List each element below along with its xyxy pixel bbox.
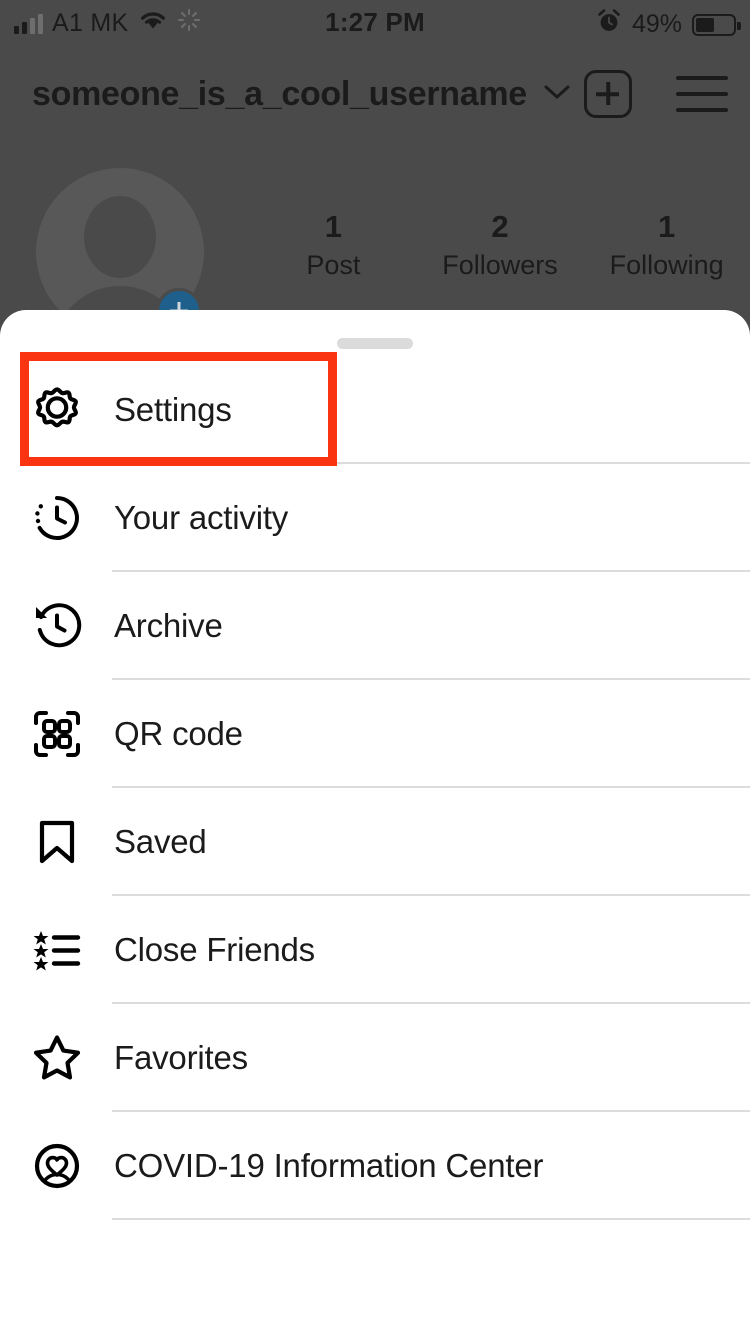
stat-posts[interactable]: 1 Post — [250, 208, 417, 285]
menu-item-archive[interactable]: Archive — [0, 572, 750, 680]
stat-following-label: Following — [609, 249, 724, 280]
qr-code-icon — [28, 705, 86, 763]
profile-header: someone_is_a_cool_username — [0, 58, 750, 130]
menu-item-your-activity[interactable]: Your activity — [0, 464, 750, 572]
hamburger-menu-icon[interactable] — [676, 76, 728, 112]
star-outline-icon — [28, 1029, 86, 1087]
gear-icon — [28, 381, 86, 439]
stat-followers-label: Followers — [442, 249, 558, 280]
menu-item-label: Favorites — [114, 1039, 248, 1076]
menu-item-label: QR code — [114, 715, 243, 752]
divider — [112, 1218, 750, 1220]
menu-list: Settings Your activity Archive QR code S… — [0, 356, 750, 1220]
menu-item-label: Your activity — [114, 499, 289, 536]
stat-following-value: 1 — [658, 209, 676, 244]
menu-item-saved[interactable]: Saved — [0, 788, 750, 896]
status-bar: A1 MK 1:27 PM 49% — [0, 0, 750, 48]
menu-item-qr-code[interactable]: QR code — [0, 680, 750, 788]
stat-following[interactable]: 1 Following — [583, 208, 750, 285]
stat-posts-value: 1 — [324, 209, 342, 244]
bookmark-icon — [28, 813, 86, 871]
menu-item-favorites[interactable]: Favorites — [0, 1004, 750, 1112]
drag-handle[interactable] — [337, 338, 413, 349]
menu-item-label: Close Friends — [114, 931, 315, 968]
chevron-down-icon — [543, 83, 571, 106]
stat-followers[interactable]: 2 Followers — [417, 208, 584, 285]
battery-icon — [692, 13, 741, 36]
menu-item-settings[interactable]: Settings — [0, 356, 750, 464]
alarm-clock-icon — [596, 8, 622, 41]
clock-rewind-icon — [28, 597, 86, 655]
menu-item-label: Settings — [114, 391, 232, 428]
menu-item-close-friends[interactable]: Close Friends — [0, 896, 750, 1004]
bottom-sheet-menu: Settings Your activity Archive QR code S… — [0, 310, 750, 1334]
profile-stats: 1 Post 2 Followers 1 Following — [250, 208, 750, 285]
menu-item-label: Archive — [114, 607, 223, 644]
stat-followers-value: 2 — [491, 209, 509, 244]
star-list-icon — [28, 921, 86, 979]
menu-item-label: COVID-19 Information Center — [114, 1147, 544, 1184]
stat-posts-label: Post — [306, 249, 361, 280]
username-dropdown-button[interactable]: someone_is_a_cool_username — [32, 75, 571, 114]
profile-backdrop: A1 MK 1:27 PM 49% someone_is_a_cool_user… — [0, 0, 750, 340]
plus-square-icon[interactable] — [584, 70, 632, 118]
heart-circle-icon — [28, 1137, 86, 1195]
username-label: someone_is_a_cool_username — [32, 74, 527, 113]
instagram-profile-screen: A1 MK 1:27 PM 49% someone_is_a_cool_user… — [0, 0, 750, 1334]
header-actions — [584, 70, 728, 118]
menu-item-label: Saved — [114, 823, 207, 860]
clock-activity-icon — [28, 489, 86, 547]
battery-percent-label: 49% — [631, 10, 682, 38]
menu-item-covid-info-center[interactable]: COVID-19 Information Center — [0, 1112, 750, 1220]
status-bar-right: 49% — [596, 8, 741, 41]
